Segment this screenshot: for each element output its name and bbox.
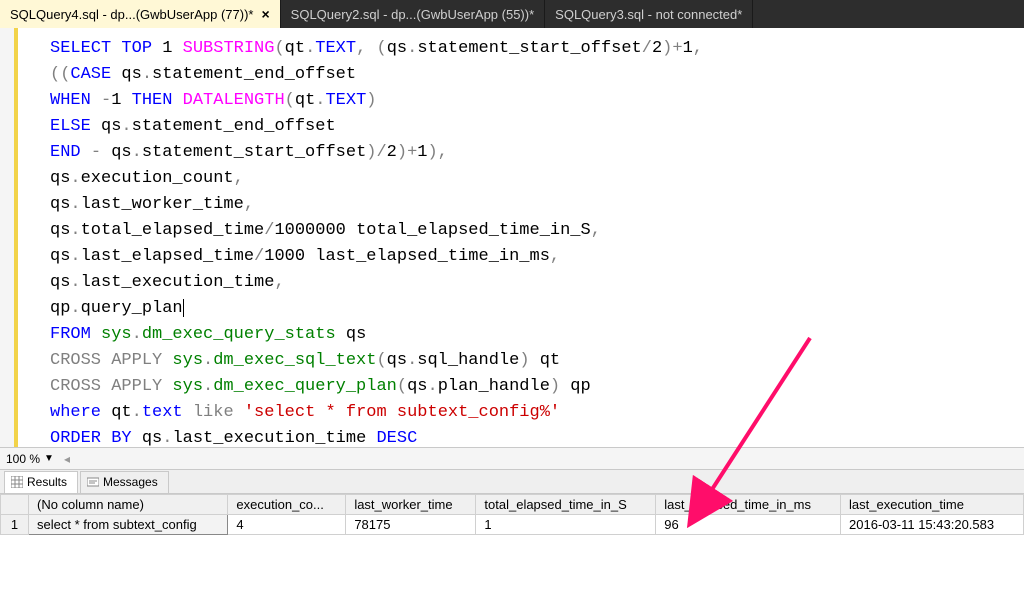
grid-cell[interactable]: select * from subtext_config bbox=[29, 515, 228, 535]
zoom-chevron-icon[interactable]: ▼ bbox=[44, 453, 54, 464]
zoom-value[interactable]: 100 % bbox=[6, 452, 40, 466]
grid-cell[interactable]: 96 bbox=[656, 515, 841, 535]
grid-header-cell[interactable]: last_elapsed_time_in_ms bbox=[656, 495, 841, 515]
grid-header-cell[interactable]: (No column name) bbox=[29, 495, 228, 515]
tab-results[interactable]: Results bbox=[4, 471, 78, 493]
code-line: CROSS APPLY sys.dm_exec_query_plan(qs.pl… bbox=[50, 374, 1024, 400]
code-line: ORDER BY qs.last_execution_time DESC bbox=[50, 426, 1024, 447]
grid-header-cell[interactable] bbox=[1, 495, 29, 515]
code-line: qs.last_execution_time, bbox=[50, 270, 1024, 296]
code-line: CROSS APPLY sys.dm_exec_sql_text(qs.sql_… bbox=[50, 348, 1024, 374]
results-grid[interactable]: (No column name)execution_co...last_work… bbox=[0, 494, 1024, 535]
grid-cell[interactable]: 4 bbox=[228, 515, 346, 535]
grid-header-cell[interactable]: last_execution_time bbox=[841, 495, 1024, 515]
grid-header-row: (No column name)execution_co...last_work… bbox=[1, 495, 1024, 515]
code-line: ((CASE qs.statement_end_offset bbox=[50, 62, 1024, 88]
code-line: FROM sys.dm_exec_query_stats qs bbox=[50, 322, 1024, 348]
grid-header-cell[interactable]: total_elapsed_time_in_S bbox=[476, 495, 656, 515]
table-row[interactable]: 1select * from subtext_config47817519620… bbox=[1, 515, 1024, 535]
grid-icon bbox=[11, 476, 23, 488]
zoom-bar: 100 % ▼ ◂ bbox=[0, 448, 1024, 470]
editor-content[interactable]: SELECT TOP 1 SUBSTRING(qt.TEXT, (qs.stat… bbox=[18, 28, 1024, 447]
grid-cell[interactable]: 1 bbox=[476, 515, 656, 535]
grid-cell[interactable]: 78175 bbox=[346, 515, 476, 535]
code-line: qs.total_elapsed_time/1000000 total_elap… bbox=[50, 218, 1024, 244]
zoom-separator: ◂ bbox=[64, 452, 70, 466]
results-tab-strip: Results Messages bbox=[0, 470, 1024, 494]
tab-label: SQLQuery4.sql - dp...(GwbUserApp (77))* bbox=[10, 7, 253, 22]
text-cursor bbox=[183, 299, 184, 317]
code-line: ELSE qs.statement_end_offset bbox=[50, 114, 1024, 140]
tab-label: SQLQuery3.sql - not connected* bbox=[555, 7, 742, 22]
code-line: qs.last_elapsed_time/1000 last_elapsed_t… bbox=[50, 244, 1024, 270]
document-tab[interactable]: SQLQuery4.sql - dp...(GwbUserApp (77))* × bbox=[0, 0, 281, 28]
messages-icon bbox=[87, 476, 99, 488]
editor-gutter bbox=[0, 28, 18, 447]
grid-cell[interactable]: 2016-03-11 15:43:20.583 bbox=[841, 515, 1024, 535]
document-tab[interactable]: SQLQuery3.sql - not connected* bbox=[545, 0, 753, 28]
document-tab[interactable]: SQLQuery2.sql - dp...(GwbUserApp (55))* bbox=[281, 0, 545, 28]
tab-messages[interactable]: Messages bbox=[80, 471, 169, 493]
code-line: END - qs.statement_start_offset)/2)+1), bbox=[50, 140, 1024, 166]
tab-label: SQLQuery2.sql - dp...(GwbUserApp (55))* bbox=[291, 7, 534, 22]
code-line: qp.query_plan bbox=[50, 296, 1024, 322]
code-line: qs.last_worker_time, bbox=[50, 192, 1024, 218]
document-tabs: SQLQuery4.sql - dp...(GwbUserApp (77))* ×… bbox=[0, 0, 1024, 28]
tab-messages-label: Messages bbox=[103, 475, 158, 489]
sql-editor[interactable]: SELECT TOP 1 SUBSTRING(qt.TEXT, (qs.stat… bbox=[0, 28, 1024, 448]
close-icon[interactable]: × bbox=[261, 6, 269, 22]
grid-header-cell[interactable]: execution_co... bbox=[228, 495, 346, 515]
tab-results-label: Results bbox=[27, 475, 67, 489]
code-line: SELECT TOP 1 SUBSTRING(qt.TEXT, (qs.stat… bbox=[50, 36, 1024, 62]
code-line: where qt.text like 'select * from subtex… bbox=[50, 400, 1024, 426]
grid-header-cell[interactable]: last_worker_time bbox=[346, 495, 476, 515]
code-line: WHEN -1 THEN DATALENGTH(qt.TEXT) bbox=[50, 88, 1024, 114]
row-number[interactable]: 1 bbox=[1, 515, 29, 535]
results-grid-panel: (No column name)execution_co...last_work… bbox=[0, 494, 1024, 584]
code-line: qs.execution_count, bbox=[50, 166, 1024, 192]
